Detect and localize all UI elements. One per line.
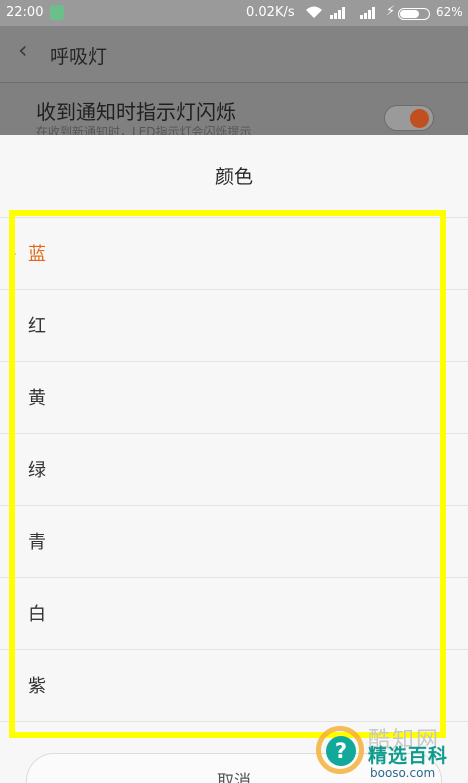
dialog-title: 颜色	[214, 166, 253, 188]
nav-bar: ‹ 呼吸灯	[0, 26, 468, 82]
battery-percent: 62%	[436, 5, 463, 19]
watermark: ? 酷知网 精选百科 booso.com	[312, 724, 468, 783]
status-bar: 22:00 0.02K/s ⚡ 62%	[0, 0, 468, 26]
watermark-title: 精选百科	[368, 745, 449, 767]
battery-icon	[398, 8, 430, 20]
network-speed: 0.02K/s	[246, 5, 295, 20]
signal-icon	[360, 7, 378, 19]
signal-icon	[330, 7, 348, 19]
back-arrow-icon[interactable]: ‹	[18, 36, 28, 64]
watermark-subtitle: booso.com	[370, 766, 436, 780]
setting-label: 收到通知时指示灯闪烁	[36, 100, 236, 124]
shield-icon	[50, 5, 64, 20]
notify-blink-toggle[interactable]	[384, 105, 434, 131]
toggle-knob	[410, 109, 429, 128]
page-title: 呼吸灯	[50, 46, 108, 68]
help-icon: ?	[326, 736, 356, 766]
setting-row-notify-blink[interactable]: 收到通知时指示灯闪烁 在收到新通知时，LED指示灯会闪烁提示	[0, 83, 468, 139]
charging-icon: ⚡	[386, 4, 396, 19]
status-time: 22:00	[6, 5, 44, 20]
wifi-icon	[304, 5, 324, 23]
highlight-frame	[9, 210, 446, 738]
